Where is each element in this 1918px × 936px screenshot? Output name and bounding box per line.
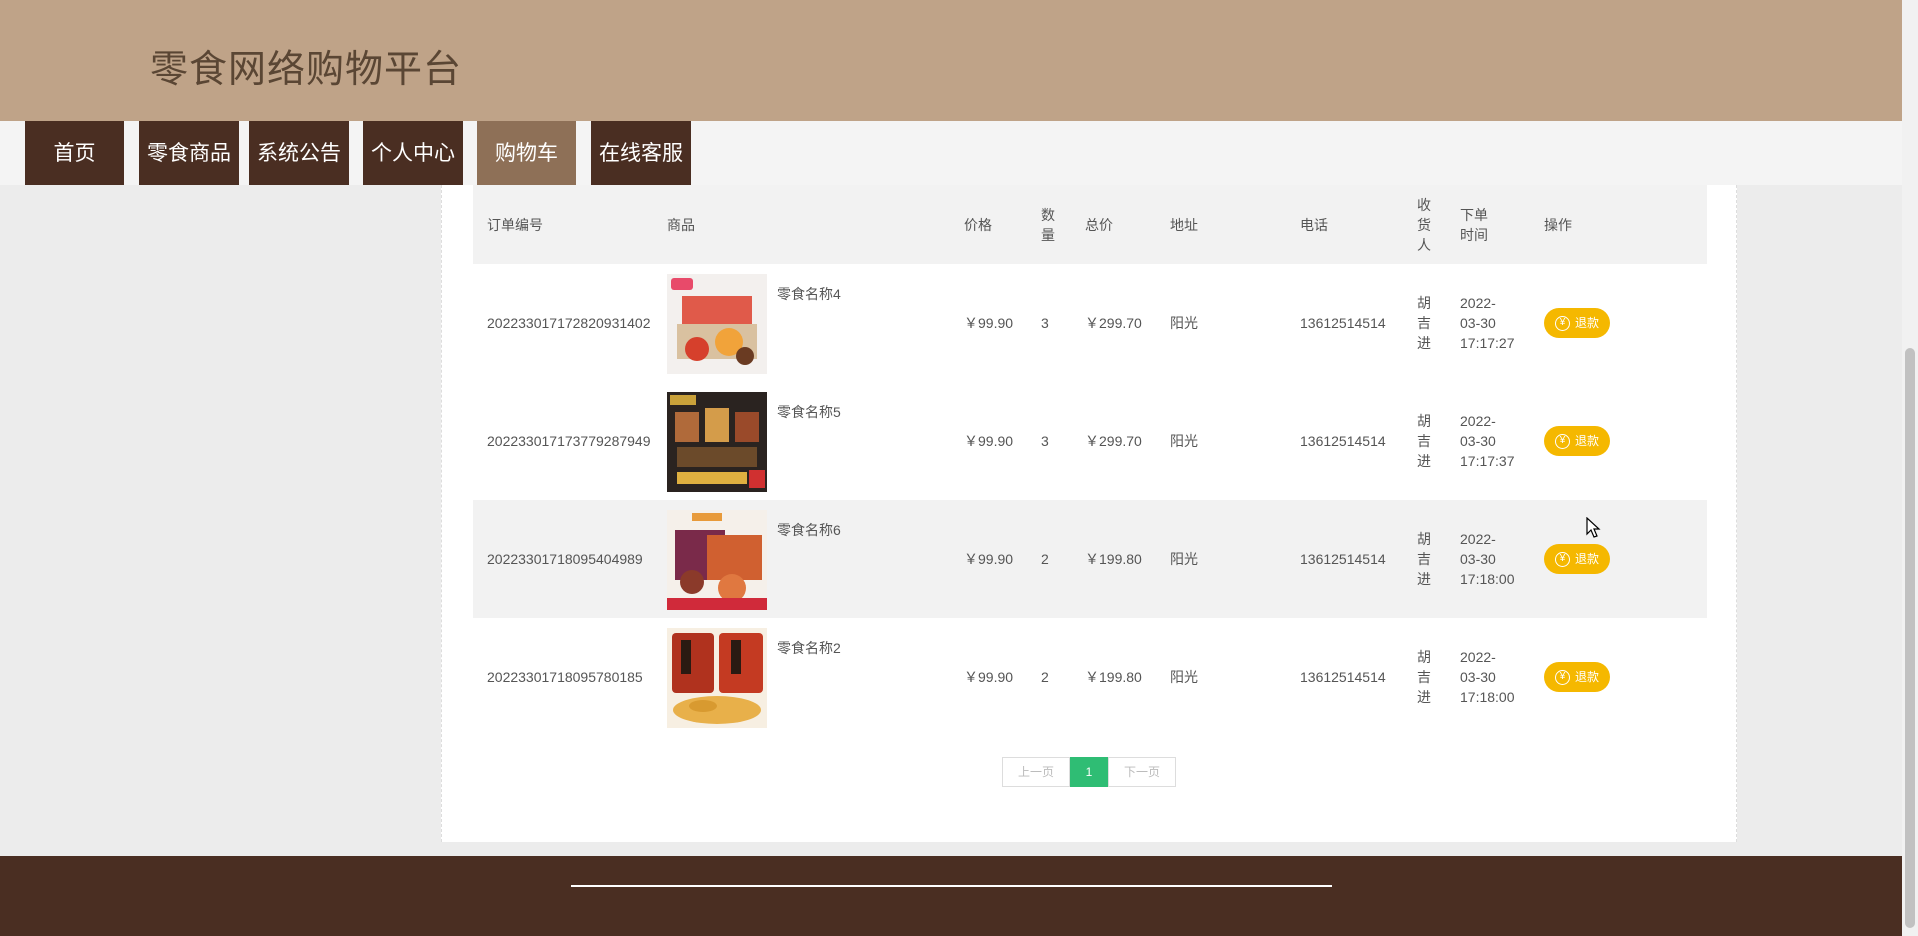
total-price: ￥299.70 [1085,315,1142,331]
page-scrollbar[interactable] [1902,0,1918,936]
content-panel: 订单编号 商品 价格 数量 总价 地址 电话 收货人 下单时间 操作 20223… [441,185,1737,842]
nav-personal-center[interactable]: 个人中心 [363,121,463,185]
phone: 13612514514 [1300,315,1386,331]
orders-table-wrap: 订单编号 商品 价格 数量 总价 地址 电话 收货人 下单时间 操作 20223… [473,185,1707,736]
col-receiver: 收货人 [1417,196,1431,253]
phone: 13612514514 [1300,669,1386,685]
receiver: 胡吉进 [1417,413,1431,469]
yen-icon: ¥ [1554,669,1570,685]
receiver: 胡吉进 [1417,531,1431,587]
next-page-button[interactable]: 下一页 [1108,757,1176,787]
col-phone: 电话 [1300,216,1328,233]
nav-snack-products[interactable]: 零食商品 [139,121,239,185]
refund-button[interactable]: ¥ 退款 [1544,308,1610,338]
address: 阳光 [1170,315,1198,331]
mouse-cursor-icon [1586,517,1601,538]
refund-label: 退款 [1574,434,1599,448]
refund-label: 退款 [1574,316,1599,330]
table-row: 20223301717377928794​9 [473,382,1707,500]
total-price: ￥199.80 [1085,551,1142,567]
refund-button[interactable]: ¥ 退款 [1544,662,1610,692]
col-address: 地址 [1170,216,1198,233]
order-time: 2022-03-30 17:18:00 [1460,649,1515,705]
col-qty: 数量 [1041,206,1055,243]
price: ￥99.90 [964,433,1014,449]
yen-icon: ¥ [1554,433,1570,449]
price: ￥99.90 [964,669,1014,685]
total-price: ￥199.80 [1085,669,1142,685]
yen-icon: ¥ [1554,551,1570,567]
refund-button[interactable]: ¥ 退款 [1544,426,1610,456]
address: 阳光 [1170,433,1198,449]
yen-icon: ¥ [1554,315,1570,331]
table-row: 20223301718095780185 零食名称2 ￥99.90 2 ￥199… [473,618,1707,736]
order-time: 2022-03-30 17:18:00 [1460,531,1515,587]
col-product: 商品 [667,216,695,233]
scrollbar-thumb[interactable] [1905,348,1915,928]
page-1-button[interactable]: 1 [1070,757,1108,787]
col-price: 价格 [964,216,992,233]
address: 阳光 [1170,669,1198,685]
product-cell[interactable]: 零食名称5 [667,382,950,492]
receiver: 胡吉进 [1417,295,1431,351]
table-header-row: 订单编号 商品 价格 数量 总价 地址 电话 收货人 下单时间 操作 [473,185,1707,264]
product-image[interactable] [667,510,767,610]
footer-divider [571,885,1332,887]
product-image[interactable] [667,392,767,492]
quantity: 2 [1041,551,1049,567]
phone: 13612514514 [1300,433,1386,449]
order-no: 20223301717282093140​2 [487,315,651,331]
col-total: 总价 [1085,216,1113,233]
nav-online-service[interactable]: 在线客服 [591,121,691,185]
product-image[interactable] [667,274,767,374]
table-row: 20223301718095404989 零食名称6 ￥99.90 2 ￥199… [473,500,1707,618]
refund-label: 退款 [1574,670,1599,684]
col-order-no: 订单编号 [487,216,543,233]
refund-label: 退款 [1574,552,1599,566]
orders-table: 订单编号 商品 价格 数量 总价 地址 电话 收货人 下单时间 操作 20223… [473,185,1707,736]
product-name: 零食名称4 [777,286,841,302]
order-no: 20223301718095780185 [487,669,643,685]
order-no: 20223301718095404989 [487,551,643,567]
nav-announcements[interactable]: 系统公告 [249,121,349,185]
product-image[interactable] [667,628,767,728]
site-header: 零食网络购物平台 [0,0,1902,121]
product-name: 零食名称2 [777,640,841,656]
nav-shopping-cart[interactable]: 购物车 [477,121,576,185]
product-name: 零食名称6 [777,522,841,538]
price: ￥99.90 [964,551,1014,567]
main-nav: 首页 零食商品 系统公告 个人中心 购物车 在线客服 [0,121,1902,185]
total-price: ￥299.70 [1085,433,1142,449]
col-action: 操作 [1544,216,1572,233]
order-time: 2022-03-30 17:17:27 [1460,295,1515,351]
quantity: 3 [1041,433,1049,449]
col-order-time: 下单时间 [1460,206,1488,243]
product-name: 零食名称5 [777,404,841,420]
site-footer [0,856,1902,936]
address: 阳光 [1170,551,1198,567]
pagination: 上一页 1 下一页 [1002,757,1176,787]
quantity: 3 [1041,315,1049,331]
product-cell[interactable]: 零食名称2 [667,618,950,728]
prev-page-button[interactable]: 上一页 [1002,757,1070,787]
price: ￥99.90 [964,315,1014,331]
order-no: 20223301717377928794​9 [487,433,651,449]
nav-home[interactable]: 首页 [25,121,124,185]
receiver: 胡吉进 [1417,649,1431,705]
quantity: 2 [1041,669,1049,685]
order-time: 2022-03-30 17:17:37 [1460,413,1515,469]
site-title: 零食网络购物平台 [150,47,463,91]
product-cell[interactable]: 零食名称4 [667,264,950,374]
refund-button[interactable]: ¥ 退款 [1544,544,1610,574]
phone: 13612514514 [1300,551,1386,567]
product-cell[interactable]: 零食名称6 [667,500,950,610]
table-row: 20223301717282093140​2 [473,264,1707,382]
